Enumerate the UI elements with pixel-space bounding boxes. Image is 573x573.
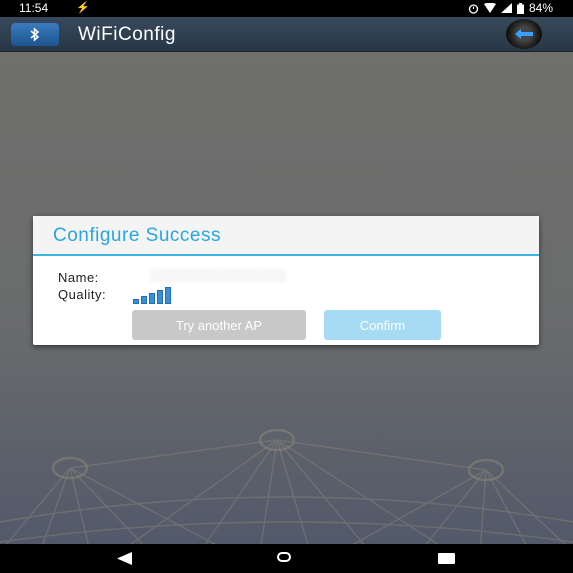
confirm-button[interactable]: Confirm bbox=[324, 310, 441, 340]
name-label: Name: bbox=[58, 270, 99, 285]
dialog-title: Configure Success bbox=[53, 225, 221, 246]
main-content: Configure Success Name: ░░░░░░░░░░░░░░░░… bbox=[0, 52, 573, 544]
nav-back-icon[interactable] bbox=[117, 552, 132, 565]
navigation-bar bbox=[0, 544, 573, 573]
configure-success-dialog: Configure Success Name: ░░░░░░░░░░░░░░░░… bbox=[33, 216, 539, 345]
app-title: WiFiConfig bbox=[78, 24, 176, 45]
status-time: 11:54 bbox=[19, 1, 49, 15]
quality-label: Quality: bbox=[58, 287, 107, 302]
signal-bar bbox=[165, 287, 171, 304]
status-icons: 84% bbox=[468, 1, 553, 15]
back-button[interactable] bbox=[506, 19, 542, 49]
wifi-icon bbox=[483, 3, 496, 13]
flash-icon: ⚡ bbox=[76, 2, 90, 14]
try-another-ap-button[interactable]: Try another AP bbox=[132, 310, 306, 340]
battery-icon bbox=[516, 2, 524, 14]
bluetooth-icon bbox=[30, 27, 40, 42]
back-arrow-icon bbox=[515, 29, 533, 39]
nav-recents-icon[interactable] bbox=[438, 553, 455, 564]
status-bar: 11:54 ⚡ 84% bbox=[0, 0, 573, 17]
cell-signal-icon bbox=[500, 3, 512, 13]
network-background-graphic bbox=[0, 428, 573, 544]
signal-bar bbox=[157, 290, 163, 304]
signal-quality-icon bbox=[133, 286, 171, 304]
signal-bar bbox=[149, 293, 155, 304]
dialog-header: Configure Success bbox=[33, 216, 539, 256]
bluetooth-button[interactable] bbox=[11, 23, 59, 46]
network-name-value: ░░░░░░░░░░░░░░░░ bbox=[150, 268, 287, 282]
signal-bar bbox=[141, 296, 147, 304]
battery-percent: 84% bbox=[528, 1, 553, 15]
alarm-icon bbox=[468, 3, 479, 14]
signal-bar bbox=[133, 299, 139, 304]
app-bar: WiFiConfig bbox=[0, 17, 573, 52]
nav-home-icon[interactable] bbox=[277, 552, 291, 562]
